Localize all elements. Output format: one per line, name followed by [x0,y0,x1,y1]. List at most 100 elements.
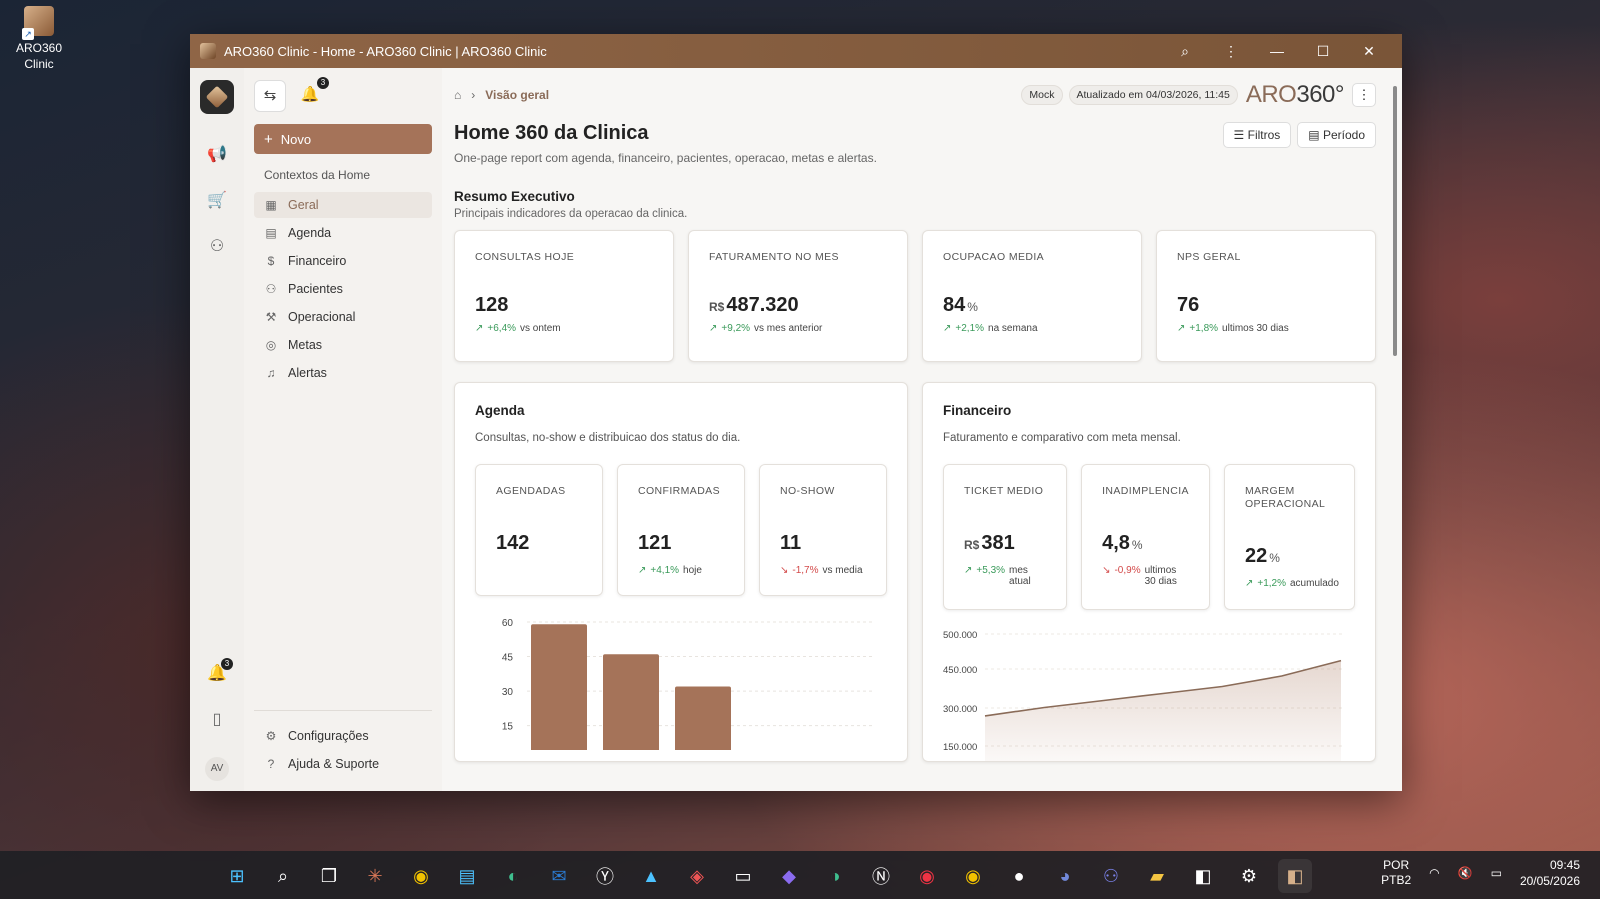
page-subtitle: One-page report com agenda, financeiro, … [454,151,877,165]
scrollbar-thumb[interactable] [1393,86,1397,356]
notion-icon[interactable]: Ⓝ [864,859,898,893]
settings-icon[interactable]: ⚙ [1232,859,1266,893]
claude-icon[interactable]: ✳ [358,859,392,893]
kpi-value: 142 [496,532,582,555]
swap-icon[interactable]: ⇆ [254,80,286,112]
sidebar-item-pacientes[interactable]: ⚇ Pacientes [254,276,432,302]
cube-app-icon[interactable]: ◧ [1186,859,1220,893]
megaphone-icon[interactable]: 📢 [204,142,230,168]
avatar[interactable]: AV [205,757,229,781]
kpi-card: NPS GERAL 76 ↗ +1,8% ultimos 30 dias [1156,230,1376,362]
edge-icon[interactable]: ◐ [496,859,530,893]
volume-icon[interactable]: 🔇 [1458,866,1473,880]
delta-value: +1,2% [1257,578,1286,589]
chrome-icon[interactable]: ◉ [404,859,438,893]
zoom-icon[interactable]: ⌕ [1162,43,1208,60]
app-window: ARO360 Clinic - Home - ARO360 Clinic | A… [190,34,1402,791]
yandex-icon[interactable]: Ⓨ [588,859,622,893]
kpi-value: 76 [1177,294,1355,317]
icon-rail: 📢 🛒 ⚇ 🔔 3 ▯ AV [190,68,244,791]
sidebar-item-agenda[interactable]: ▤ Agenda [254,220,432,246]
app-icon[interactable]: ◈ [680,859,714,893]
kpi-label: MARGEM OPERACIONAL [1244,485,1326,510]
chrome-icon[interactable]: ◉ [910,859,944,893]
kpi-delta: ↘ -0,9% ultimos 30 dias [1102,565,1189,587]
sidebar-item-label: Operacional [288,310,356,324]
teams-icon[interactable]: ⚇ [1094,859,1128,893]
sidebar-item-financeiro[interactable]: $ Financeiro [254,248,432,274]
dollar-icon: $ [267,254,275,268]
sidebar-item-help[interactable]: ? Ajuda & Suporte [254,751,432,777]
notepad-icon[interactable]: ▤ [450,859,484,893]
app-logo[interactable] [200,80,234,114]
help-icon: ? [267,757,275,771]
sidebar-item-metas[interactable]: ◎ Metas [254,332,432,358]
notification-bell-icon[interactable]: 🔔 3 [204,658,233,687]
cart-icon[interactable]: 🛒 [204,188,230,214]
more-vert-icon[interactable]: ⋮ [1208,43,1254,60]
wifi-icon[interactable]: ◠ [1429,866,1439,880]
section-subtitle: Principais indicadores da operacao da cl… [454,208,688,220]
sidebar-item-alertas[interactable]: ♫ Alertas [254,360,432,386]
desktop-icon-label: ARO360 Clinic [15,41,63,71]
clock[interactable]: 09:45 20/05/2026 [1520,857,1580,889]
users-icon: ⚇ [265,282,277,296]
kpi-number: 84 [943,294,966,316]
photos-icon[interactable]: ▲ [634,859,668,893]
terminal-icon[interactable]: ▭ [726,859,760,893]
chrome-icon[interactable]: ◉ [956,859,990,893]
period-label: Período [1322,128,1365,142]
discord-icon[interactable]: ◕ [1048,859,1082,893]
clock-date: 20/05/2026 [1519,874,1580,888]
panel-subtitle: Consultas, no-show e distribuicao dos st… [475,432,741,444]
panel-toggle-icon[interactable]: ▯ [204,707,230,733]
kpi-number: 487.320 [726,294,799,316]
trend-up-icon: ↗ [964,565,973,576]
edge-dev-icon[interactable]: ◑ [818,859,852,893]
trend-up-icon: ↗ [475,323,484,334]
delta-note: vs ontem [520,323,561,334]
scrollbar[interactable] [1392,74,1398,774]
updated-badge: Atualizado em 04/03/2026, 11:45 [1068,85,1238,105]
aro360-app-icon[interactable]: ◧ [1278,859,1312,893]
obsidian-icon[interactable]: ◆ [772,859,806,893]
sidebar-item-label: Financeiro [288,254,347,268]
currency-symbol: R$ [709,300,725,314]
maximize-button[interactable]: ☐ [1300,43,1346,60]
sidebar-item-label: Configurações [288,729,369,743]
trend-up-icon: ↗ [1177,323,1186,334]
task-view-icon[interactable]: ❐ [312,859,346,893]
start-icon[interactable]: ⊞ [220,859,254,893]
battery-icon[interactable]: ▭ [1491,866,1502,880]
more-vert-icon[interactable]: ⋮ [1352,83,1376,107]
sidebar-item-geral[interactable]: ▦ Geral [254,192,432,218]
users-icon[interactable]: ⚇ [204,234,230,260]
kpi-delta: ↗ +5,3% mes atual [964,565,1046,587]
sidebar-item-operacional[interactable]: ⚒ Operacional [254,304,432,330]
bell-icon[interactable]: 🔔 3 [294,77,329,112]
breadcrumb-current[interactable]: Visão geral [485,88,549,102]
delta-value: +9,2% [721,323,751,334]
new-button[interactable]: + Novo [254,124,432,154]
language-indicator[interactable]: POR PTB2 [1381,858,1411,888]
kpi-number: 76 [1177,294,1200,316]
search-icon[interactable]: ⌕ [266,859,300,893]
app-icon [200,43,216,59]
folder-icon[interactable]: ▰ [1140,859,1174,893]
kpi-value: 84% [943,294,1121,317]
home-icon[interactable]: ⌂ [454,88,461,102]
kpi-delta: ↗ +6,4% vs ontem [475,323,653,334]
sidebar-item-settings[interactable]: ⚙ Configurações [254,723,432,749]
keyboard-layout: PTB2 [1381,873,1412,887]
period-button[interactable]: ▤ Período [1297,122,1376,148]
minimize-button[interactable]: — [1254,43,1300,59]
delta-note: hoje [683,565,702,576]
desktop-app-icon[interactable]: ARO360 Clinic [10,6,68,72]
github-icon[interactable]: ● [1002,859,1036,893]
kpi-delta: ↗ +1,2% acumulado [1245,578,1339,589]
kpi-value: 11 [780,532,866,555]
delta-value: -0,9% [1114,565,1141,576]
outlook-icon[interactable]: ✉ [542,859,576,893]
close-button[interactable]: ✕ [1346,43,1392,60]
filters-button[interactable]: ☰ Filtros [1222,122,1292,148]
